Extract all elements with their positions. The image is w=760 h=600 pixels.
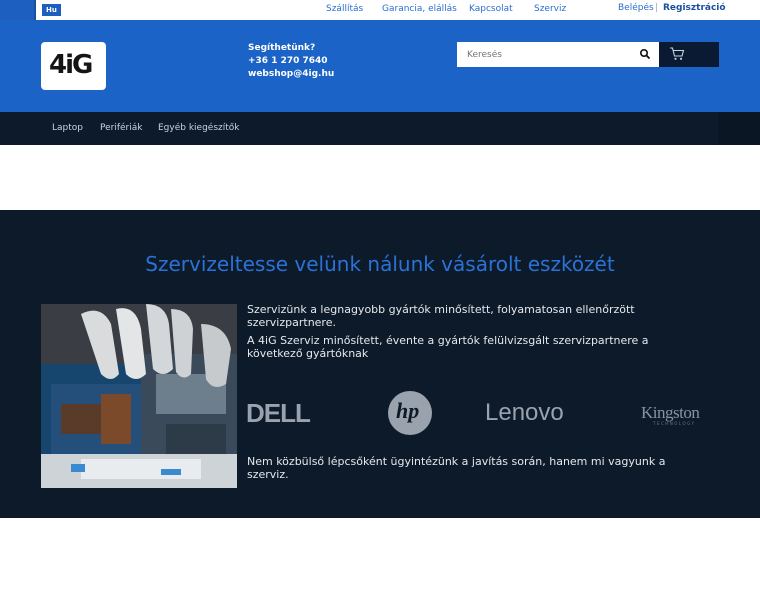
login-separator: | xyxy=(655,3,659,13)
service-paragraph-1: Szervizünk a legnagyobb gyártók minősíte… xyxy=(247,303,635,329)
service-section: Szervizeltesse velünk nálunk vásárolt es… xyxy=(0,210,760,518)
catnav-right-block xyxy=(718,112,760,145)
kingston-logo-text: Kingston xyxy=(641,403,700,422)
hp-logo-text: hp xyxy=(396,398,420,423)
site-logo[interactable]: 4iG xyxy=(41,42,106,90)
category-nav: Laptop Perifériák Egyéb kiegészítők xyxy=(0,112,760,145)
category-peripherals[interactable]: Perifériák xyxy=(100,123,142,133)
contact-email[interactable]: webshop@4ig.hu xyxy=(248,68,334,81)
site-header: 4iG Segíthetünk? +36 1 270 7640 webshop@… xyxy=(0,20,760,112)
service-photo xyxy=(41,304,237,488)
service-paragraph-2: A 4iG Szerviz minősített, évente a gyárt… xyxy=(247,334,649,360)
service-paragraph-3: Nem közbülső lépcsőként ügyintézünk a ja… xyxy=(247,455,666,481)
category-laptop[interactable]: Laptop xyxy=(52,123,83,133)
kingston-logo-subtext: TECHNOLOGY xyxy=(653,421,696,426)
service-headline: Szervizeltesse velünk nálunk vásárolt es… xyxy=(145,252,615,276)
brand-logo-hp: hp xyxy=(386,389,434,437)
brand-logo-kingston: Kingston TECHNOLOGY xyxy=(641,403,721,433)
cart-button[interactable] xyxy=(659,42,719,67)
dell-logo-text: DELL xyxy=(246,398,311,428)
category-other-accessories[interactable]: Egyéb kiegészítők xyxy=(158,123,240,133)
topnav-link-warranty[interactable]: Garancia, elállás xyxy=(382,4,457,14)
brand-logo-lenovo: Lenovo xyxy=(485,399,595,429)
search-input[interactable] xyxy=(457,42,627,68)
search-box xyxy=(457,42,659,68)
lenovo-logo-text: Lenovo xyxy=(485,399,564,426)
cart-icon xyxy=(670,47,685,60)
topnav-link-service[interactable]: Szerviz xyxy=(534,4,566,14)
topnav-link-contact[interactable]: Kapcsolat xyxy=(469,4,513,14)
login-link[interactable]: Belépés xyxy=(618,3,654,13)
language-selector[interactable]: Hu xyxy=(42,4,61,16)
brand-logo-dell: DELL xyxy=(246,398,336,428)
contact-block: Segíthetünk? +36 1 270 7640 webshop@4ig.… xyxy=(248,42,334,81)
topnav-link-shipping[interactable]: Szállítás xyxy=(326,4,363,14)
register-link[interactable]: Regisztráció xyxy=(663,3,726,13)
logo-text: 4iG xyxy=(49,50,93,80)
search-icon[interactable] xyxy=(639,48,651,60)
contact-title: Segíthetünk? xyxy=(248,43,316,53)
contact-phone[interactable]: +36 1 270 7640 xyxy=(248,55,334,68)
